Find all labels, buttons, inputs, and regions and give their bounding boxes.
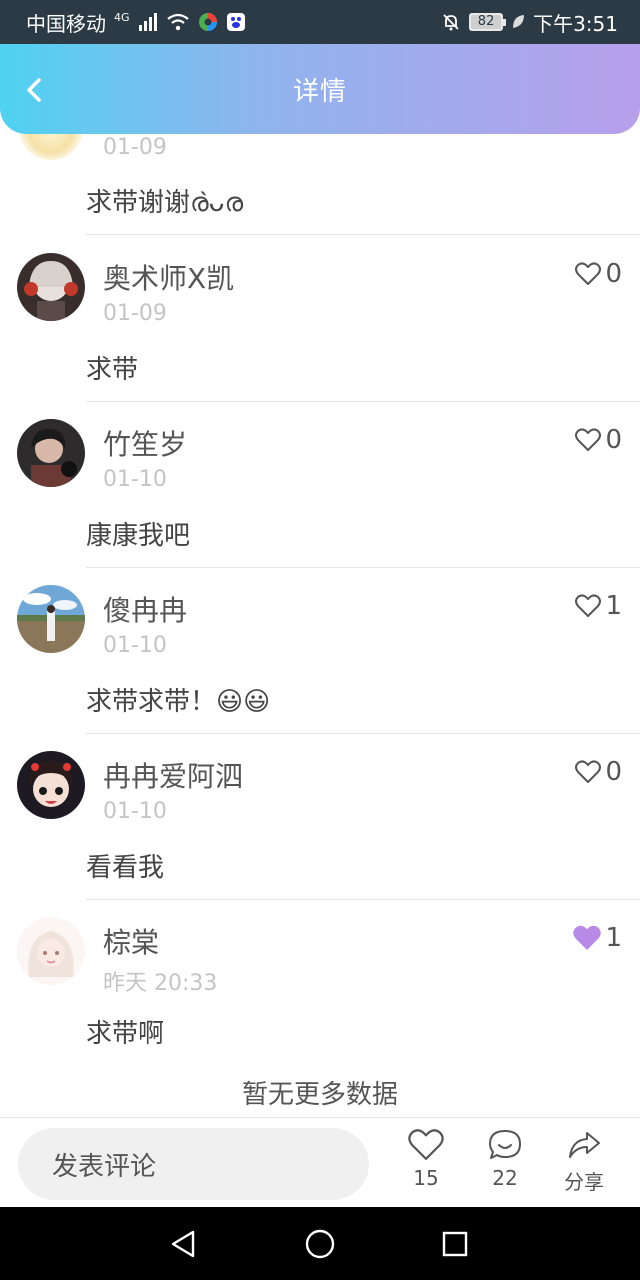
heart-outline-icon xyxy=(408,1129,444,1160)
comment-text: 看看我 xyxy=(86,853,165,883)
app-colorful-icon xyxy=(198,12,218,32)
like-button[interactable]: 0 xyxy=(575,757,622,787)
like-button[interactable]: 0 xyxy=(575,425,622,455)
comment-text: 求带 xyxy=(86,355,139,385)
network-label: 4G xyxy=(114,10,130,24)
list-item: 冉冉爱阿泗 01-10 0 看看我 xyxy=(0,733,640,899)
nav-back-button[interactable] xyxy=(166,1227,200,1261)
chat-bubble-icon xyxy=(489,1130,521,1159)
comment-list[interactable]: 01-09 求带谢谢ര̀ᴗര 奥术师X凯 01-09 0 求带 竹笙岁 01-1… xyxy=(0,134,640,1117)
avatar[interactable] xyxy=(17,585,85,653)
heart-outline-icon xyxy=(575,428,602,451)
post-comment-count: 22 xyxy=(492,1166,518,1190)
comment-username[interactable]: 冉冉爱阿泗 xyxy=(103,755,243,795)
like-button[interactable]: 0 xyxy=(575,259,622,289)
carrier-label: 中国移动 xyxy=(26,11,106,36)
comment-text: 求带啊 xyxy=(86,1019,165,1049)
like-count: 0 xyxy=(605,259,622,289)
avatar[interactable] xyxy=(17,419,85,487)
comment-text: 求带谢谢ര̀ᴗര xyxy=(86,188,244,218)
comment-username[interactable]: 奥术师X凯 xyxy=(103,257,234,297)
comment-username[interactable]: 傻冉冉 xyxy=(103,589,187,629)
like-button[interactable]: 1 xyxy=(573,923,622,953)
list-item: 奥术师X凯 01-09 0 求带 xyxy=(0,235,640,401)
like-count: 1 xyxy=(605,591,622,621)
back-button[interactable] xyxy=(18,74,50,106)
list-item: 01-09 求带谢谢ര̀ᴗര xyxy=(0,134,640,234)
clock: 下午3:51 xyxy=(533,11,618,36)
wifi-icon xyxy=(166,13,190,31)
comment-input-placeholder: 发表评论 xyxy=(52,1151,157,1182)
signal-icon xyxy=(138,13,158,31)
like-button[interactable]: 1 xyxy=(575,591,622,621)
share-arrow-icon xyxy=(569,1132,600,1158)
avatar[interactable] xyxy=(17,253,85,321)
share-button[interactable]: 分享 xyxy=(549,1128,619,1204)
comment-text: 求带求带！😃😃 xyxy=(86,687,271,717)
list-item: 棕棠 昨天 20:33 1 求带啊 xyxy=(0,899,640,1065)
share-label: 分享 xyxy=(564,1170,604,1194)
no-more-data-label: 暂无更多数据 xyxy=(241,1080,398,1110)
like-count: 1 xyxy=(605,923,622,953)
comment-text: 康康我吧 xyxy=(86,521,191,551)
avatar[interactable] xyxy=(17,751,85,819)
page-title: 详情 xyxy=(292,76,347,107)
heart-outline-icon xyxy=(575,262,602,285)
bottom-action-bar: 发表评论 15 22 分享 xyxy=(0,1117,640,1207)
list-item: 竹笙岁 01-10 0 康康我吧 xyxy=(0,401,640,567)
system-navigation-bar xyxy=(0,1207,640,1280)
heart-outline-icon xyxy=(575,594,602,617)
comment-username[interactable]: 竹笙岁 xyxy=(103,423,187,463)
nav-recents-button[interactable] xyxy=(438,1227,472,1261)
top-app-bar: 详情 xyxy=(0,44,640,134)
like-count: 0 xyxy=(605,757,622,787)
comment-date: 昨天 20:33 xyxy=(103,971,218,996)
comment-button[interactable]: 22 xyxy=(470,1128,540,1204)
comment-date: 01-10 xyxy=(103,799,167,824)
comment-username[interactable]: 棕棠 xyxy=(103,921,159,961)
like-post-button[interactable]: 15 xyxy=(391,1128,461,1204)
triangle-back-icon xyxy=(171,1230,195,1258)
avatar[interactable] xyxy=(17,917,85,985)
post-like-count: 15 xyxy=(413,1166,439,1190)
comment-date: 01-09 xyxy=(103,135,167,160)
leaf-icon xyxy=(511,14,525,30)
circle-home-icon xyxy=(305,1229,335,1259)
comment-date: 01-10 xyxy=(103,467,167,492)
baidu-app-icon xyxy=(226,12,246,32)
battery-indicator: 82 xyxy=(469,13,507,31)
list-item: 傻冉冉 01-10 1 求带求带！😃😃 xyxy=(0,567,640,733)
comment-date: 01-10 xyxy=(103,633,167,658)
avatar[interactable] xyxy=(18,134,84,160)
like-count: 0 xyxy=(605,425,622,455)
status-bar: 中国移动 4G 82 下午3:51 xyxy=(0,0,640,44)
heart-filled-icon xyxy=(573,925,602,950)
comment-input[interactable]: 发表评论 xyxy=(18,1128,369,1200)
mute-bell-icon xyxy=(441,12,461,32)
comment-date: 01-09 xyxy=(103,301,167,326)
square-recents-icon xyxy=(442,1231,468,1257)
nav-home-button[interactable] xyxy=(303,1227,337,1261)
chevron-left-icon xyxy=(27,78,41,102)
heart-outline-icon xyxy=(575,760,602,783)
